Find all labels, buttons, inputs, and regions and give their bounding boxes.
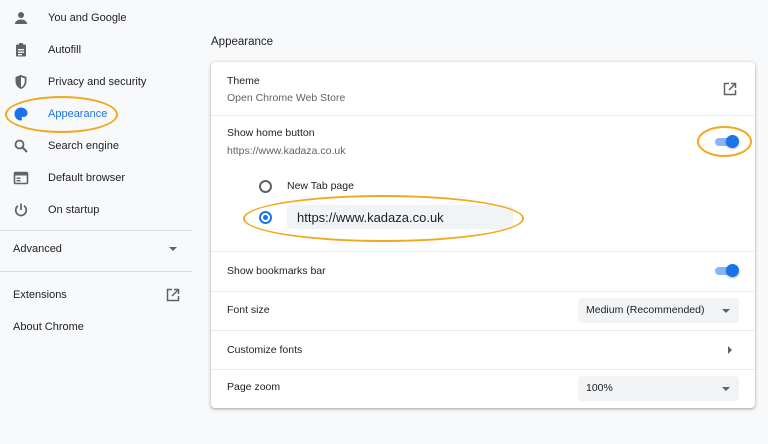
search-icon: [13, 138, 29, 154]
toggle-knob: [726, 264, 739, 277]
row-divider: [211, 369, 755, 370]
page-zoom-select[interactable]: 100%: [578, 376, 739, 401]
chevron-down-icon: [169, 247, 177, 251]
clipboard-icon: [13, 42, 29, 58]
home-url-input[interactable]: [287, 205, 513, 229]
sidebar-divider: [0, 271, 192, 272]
theme-label: Theme: [227, 75, 260, 87]
row-divider: [211, 251, 755, 252]
sidebar-item-appearance[interactable]: Appearance: [0, 98, 192, 130]
sidebar-item-label: Autofill: [48, 44, 82, 56]
open-in-new-icon[interactable]: [166, 288, 180, 302]
font-size-select[interactable]: Medium (Recommended): [578, 298, 739, 323]
sidebar-item-label: Privacy and security: [48, 76, 147, 88]
chevron-down-icon: [722, 309, 730, 313]
sidebar-item-about-chrome[interactable]: About Chrome: [13, 321, 84, 333]
advanced-label: Advanced: [13, 243, 62, 255]
sidebar-advanced-toggle[interactable]: Advanced: [13, 243, 183, 257]
sidebar-item-label: You and Google: [48, 12, 127, 24]
sidebar-item-privacy-and-security[interactable]: Privacy and security: [0, 66, 192, 98]
toggle-knob: [726, 135, 739, 148]
power-icon: [13, 202, 29, 218]
page-zoom-label: Page zoom: [227, 381, 281, 393]
chevron-down-icon: [722, 387, 730, 391]
home-button-url-subtitle: https://www.kadaza.co.uk: [227, 145, 346, 157]
home-button-label: Show home button: [227, 127, 315, 139]
browser-window-icon: [13, 170, 29, 186]
palette-icon: [13, 106, 29, 122]
home-button-toggle[interactable]: [713, 135, 739, 149]
sidebar-item-extensions[interactable]: Extensions: [13, 289, 67, 301]
sidebar-item-label: Appearance: [48, 108, 108, 120]
custom-url-radio[interactable]: [259, 211, 272, 224]
person-icon: [13, 10, 29, 26]
chevron-right-icon: [728, 346, 732, 354]
settings-sidebar: You and Google Autofill Privacy and secu…: [0, 0, 192, 444]
sidebar-item-on-startup[interactable]: On startup: [0, 194, 192, 226]
sidebar-item-autofill[interactable]: Autofill: [0, 34, 192, 66]
page-title: Appearance: [211, 36, 274, 48]
extensions-label: Extensions: [13, 289, 67, 301]
row-divider: [211, 115, 755, 116]
font-size-label: Font size: [227, 304, 270, 316]
theme-subtitle: Open Chrome Web Store: [227, 92, 346, 104]
shield-icon: [13, 74, 29, 90]
sidebar-item-label: Default browser: [48, 172, 126, 184]
sidebar-item-search-engine[interactable]: Search engine: [0, 130, 192, 162]
bookmarks-bar-label: Show bookmarks bar: [227, 265, 326, 277]
customize-fonts-label: Customize fonts: [227, 344, 303, 356]
new-tab-page-radio[interactable]: [259, 180, 272, 193]
about-label: About Chrome: [13, 321, 84, 333]
sidebar-item-label: On startup: [48, 204, 100, 216]
sidebar-item-default-browser[interactable]: Default browser: [0, 162, 192, 194]
new-tab-page-label: New Tab page: [287, 180, 354, 192]
bookmarks-bar-toggle[interactable]: [713, 264, 739, 278]
row-divider: [211, 291, 755, 292]
page-zoom-value: 100%: [586, 382, 613, 394]
sidebar-item-label: Search engine: [48, 140, 119, 152]
open-in-new-icon[interactable]: [723, 82, 737, 96]
theme-row[interactable]: Theme Open Chrome Web Store: [211, 62, 755, 115]
sidebar-divider: [0, 230, 192, 231]
appearance-card: Theme Open Chrome Web Store Show home bu…: [211, 62, 755, 408]
font-size-value: Medium (Recommended): [586, 304, 705, 316]
customize-fonts-row[interactable]: Customize fonts: [211, 331, 755, 369]
sidebar-item-you-and-google[interactable]: You and Google: [0, 2, 192, 34]
